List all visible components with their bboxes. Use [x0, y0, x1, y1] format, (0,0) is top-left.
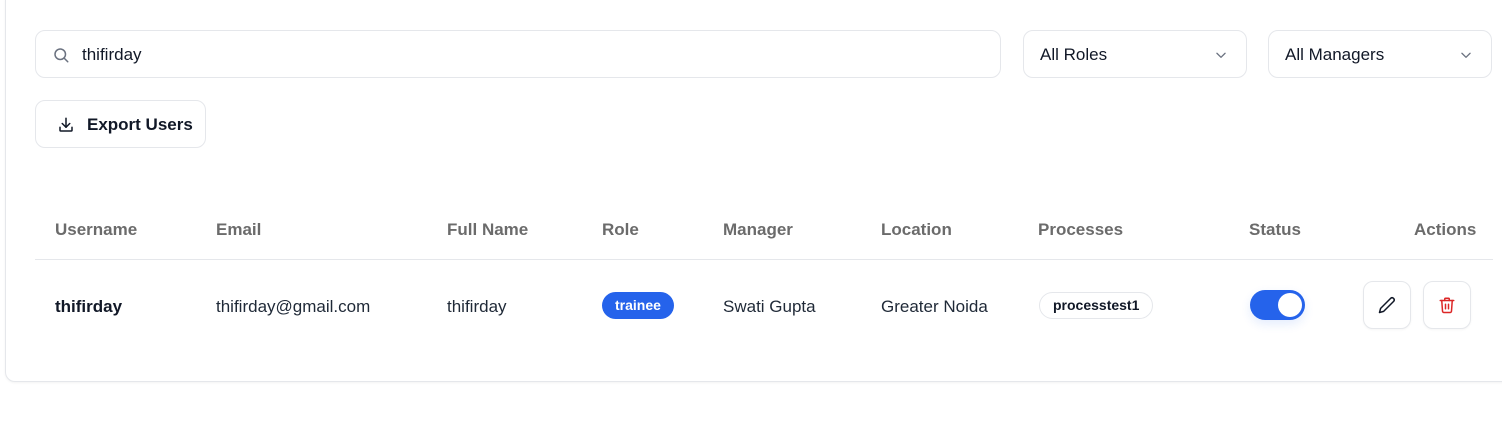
- role-filter-label: All Roles: [1040, 45, 1108, 64]
- trash-icon: [1439, 297, 1455, 314]
- search-input[interactable]: thifirday: [82, 45, 142, 65]
- column-header-location[interactable]: Location: [881, 220, 952, 240]
- cell-username: thifirday: [55, 297, 123, 316]
- column-header-full-name[interactable]: Full Name: [447, 220, 528, 240]
- process-badge: processtest1: [1039, 292, 1154, 319]
- search-field[interactable]: thifirday: [35, 30, 1001, 78]
- search-icon: [54, 48, 69, 63]
- export-users-label: Export Users: [87, 115, 193, 134]
- cell-manager: Swati Gupta: [723, 297, 816, 316]
- delete-user-button[interactable]: [1423, 281, 1471, 329]
- column-header-actions: Actions: [1414, 220, 1477, 239]
- chevron-down-icon: [1216, 52, 1226, 58]
- manager-filter-select[interactable]: All Managers: [1268, 30, 1492, 78]
- column-header-email[interactable]: Email: [216, 220, 261, 240]
- column-header-username[interactable]: Username: [55, 220, 137, 240]
- edit-user-button[interactable]: [1363, 281, 1411, 329]
- export-users-button[interactable]: Export Users: [35, 100, 206, 148]
- status-toggle-knob: [1278, 293, 1302, 317]
- column-header-status[interactable]: Status: [1249, 220, 1301, 240]
- cell-email: thifirday@gmail.com: [216, 297, 371, 316]
- status-toggle[interactable]: [1250, 290, 1305, 320]
- column-header-processes[interactable]: Processes: [1038, 220, 1123, 240]
- role-filter-select[interactable]: All Roles: [1023, 30, 1247, 78]
- cell-full-name: thifirday: [447, 297, 507, 316]
- header-divider: [35, 259, 1493, 260]
- cell-location: Greater Noida: [881, 297, 988, 316]
- download-icon: [59, 117, 73, 132]
- pencil-icon: [1378, 297, 1395, 314]
- manager-filter-label: All Managers: [1285, 45, 1385, 64]
- column-header-manager[interactable]: Manager: [723, 220, 793, 240]
- role-badge: trainee: [602, 292, 674, 319]
- chevron-down-icon: [1461, 52, 1471, 58]
- column-header-role[interactable]: Role: [602, 220, 639, 240]
